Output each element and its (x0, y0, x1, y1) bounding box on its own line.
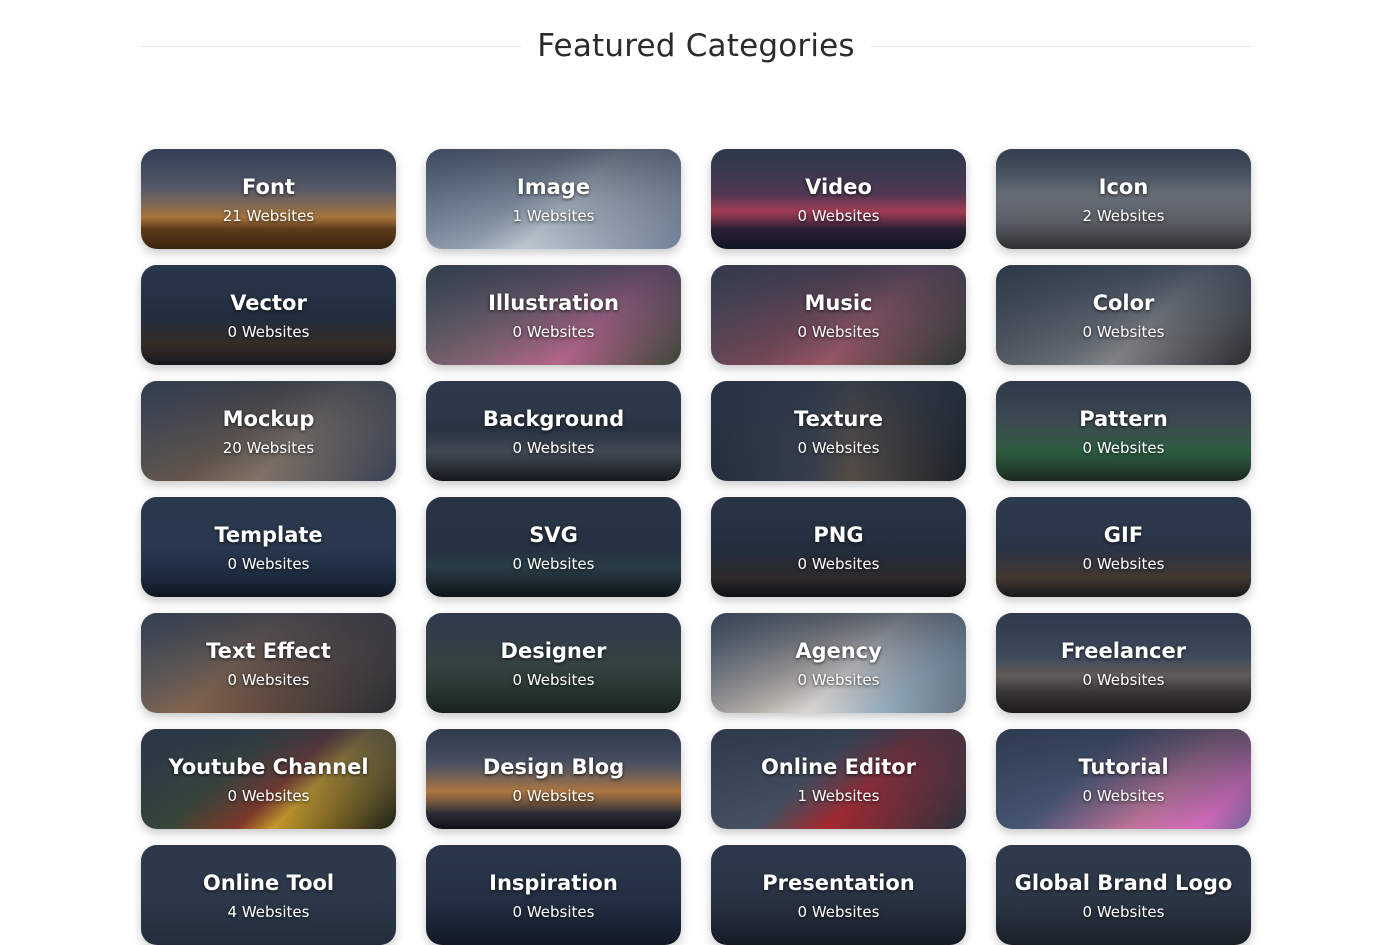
category-card-pattern[interactable]: Pattern 0 Websites (996, 381, 1251, 481)
category-website-count: 1 Websites (512, 207, 595, 225)
category-website-count: 1 Websites (797, 787, 880, 805)
category-card-gif[interactable]: GIF 0 Websites (996, 497, 1251, 597)
category-card-designer[interactable]: Designer 0 Websites (426, 613, 681, 713)
category-title: Youtube Channel (168, 755, 369, 779)
category-card-template[interactable]: Template 0 Websites (141, 497, 396, 597)
category-website-count: 2 Websites (1082, 207, 1165, 225)
category-card-svg[interactable]: SVG 0 Websites (426, 497, 681, 597)
category-website-count: 0 Websites (512, 439, 595, 457)
category-title: Background (482, 407, 625, 431)
category-title: Texture (794, 407, 883, 431)
category-title: Freelancer (1060, 639, 1187, 663)
category-card-tutorial[interactable]: Tutorial 0 Websites (996, 729, 1251, 829)
category-title: Illustration (488, 291, 619, 315)
category-website-count: 0 Websites (797, 207, 880, 225)
category-website-count: 0 Websites (1082, 671, 1165, 689)
page-title: Featured Categories (537, 28, 855, 64)
category-title: Color (1092, 291, 1155, 315)
category-title: Inspiration (489, 871, 618, 895)
header-divider-right (870, 45, 1252, 47)
category-title: Design Blog (482, 755, 625, 779)
category-card-image[interactable]: Image 1 Websites (426, 149, 681, 249)
category-website-count: 0 Websites (797, 671, 880, 689)
category-website-count: 0 Websites (797, 903, 880, 921)
category-card-text-effect[interactable]: Text Effect 0 Websites (141, 613, 396, 713)
category-title: SVG (529, 523, 578, 547)
category-card-design-blog[interactable]: Design Blog 0 Websites (426, 729, 681, 829)
section-header: Featured Categories (141, 22, 1252, 70)
header-divider-left (141, 45, 522, 47)
category-website-count: 0 Websites (512, 903, 595, 921)
category-title: Online Editor (760, 755, 917, 779)
category-title: Tutorial (1078, 755, 1169, 779)
category-website-count: 0 Websites (1082, 555, 1165, 573)
category-website-count: 0 Websites (512, 555, 595, 573)
category-website-count: 0 Websites (512, 787, 595, 805)
category-title: Video (805, 175, 872, 199)
category-card-freelancer[interactable]: Freelancer 0 Websites (996, 613, 1251, 713)
category-website-count: 0 Websites (797, 439, 880, 457)
category-card-online-editor[interactable]: Online Editor 1 Websites (711, 729, 966, 829)
category-card-youtube-channel[interactable]: Youtube Channel 0 Websites (141, 729, 396, 829)
category-title: Font (242, 175, 295, 199)
category-grid: Font 21 Websites Image 1 Websites Video 0 Web… (141, 149, 1251, 945)
category-card-agency[interactable]: Agency 0 Websites (711, 613, 966, 713)
category-title: Online Tool (202, 871, 335, 895)
category-card-global-brand-logo[interactable]: Global Brand Logo 0 Websites (996, 845, 1251, 945)
category-title: Icon (1098, 175, 1149, 199)
category-card-font[interactable]: Font 21 Websites (141, 149, 396, 249)
category-website-count: 0 Websites (512, 671, 595, 689)
category-website-count: 0 Websites (1082, 787, 1165, 805)
category-website-count: 0 Websites (797, 555, 880, 573)
category-card-online-tool[interactable]: Online Tool 4 Websites (141, 845, 396, 945)
category-card-color[interactable]: Color 0 Websites (996, 265, 1251, 365)
category-card-video[interactable]: Video 0 Websites (711, 149, 966, 249)
category-card-illustration[interactable]: Illustration 0 Websites (426, 265, 681, 365)
category-website-count: 0 Websites (227, 323, 310, 341)
category-card-vector[interactable]: Vector 0 Websites (141, 265, 396, 365)
category-title: Designer (500, 639, 607, 663)
category-title: Vector (230, 291, 307, 315)
category-card-texture[interactable]: Texture 0 Websites (711, 381, 966, 481)
category-title: Agency (795, 639, 882, 663)
category-website-count: 0 Websites (1082, 903, 1165, 921)
category-website-count: 0 Websites (512, 323, 595, 341)
category-website-count: 0 Websites (797, 323, 880, 341)
category-title: Presentation (762, 871, 915, 895)
category-website-count: 4 Websites (227, 903, 310, 921)
category-title: PNG (813, 523, 864, 547)
category-card-music[interactable]: Music 0 Websites (711, 265, 966, 365)
category-card-mockup[interactable]: Mockup 20 Websites (141, 381, 396, 481)
category-website-count: 0 Websites (1082, 323, 1165, 341)
category-card-inspiration[interactable]: Inspiration 0 Websites (426, 845, 681, 945)
category-card-icon[interactable]: Icon 2 Websites (996, 149, 1251, 249)
category-website-count: 0 Websites (227, 787, 310, 805)
category-website-count: 21 Websites (222, 207, 315, 225)
category-title: Global Brand Logo (1014, 871, 1233, 895)
category-title: Music (804, 291, 873, 315)
category-website-count: 0 Websites (1082, 439, 1165, 457)
category-card-presentation[interactable]: Presentation 0 Websites (711, 845, 966, 945)
category-website-count: 0 Websites (227, 555, 310, 573)
category-title: GIF (1103, 523, 1144, 547)
category-website-count: 0 Websites (227, 671, 310, 689)
category-website-count: 20 Websites (222, 439, 315, 457)
category-title: Mockup (222, 407, 315, 431)
category-title: Text Effect (206, 639, 331, 663)
category-card-background[interactable]: Background 0 Websites (426, 381, 681, 481)
category-card-png[interactable]: PNG 0 Websites (711, 497, 966, 597)
category-title: Pattern (1079, 407, 1168, 431)
category-title: Template (214, 523, 323, 547)
category-title: Image (516, 175, 591, 199)
